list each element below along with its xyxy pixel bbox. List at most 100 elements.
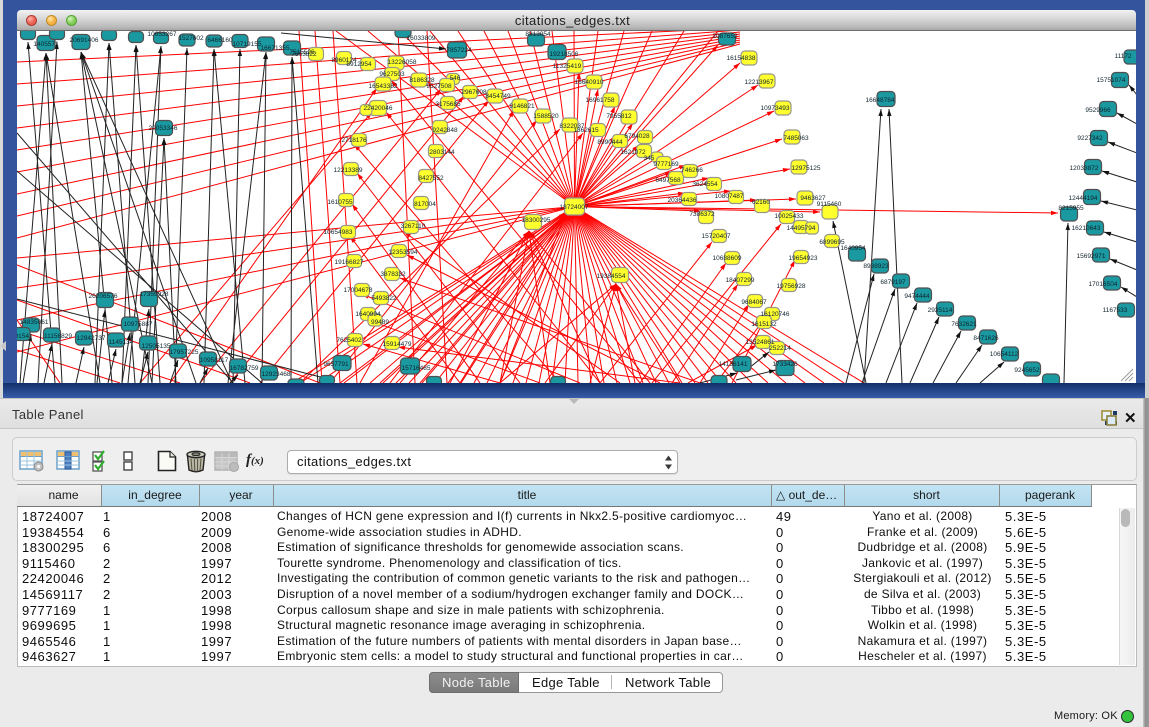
svg-text:14835061: 14835061 [20,319,49,326]
svg-text:8990444: 8990444 [597,139,623,146]
svg-text:2935114: 2935114 [928,307,953,314]
svg-text:16961758: 16961758 [586,97,615,104]
svg-text:62160: 62160 [752,199,770,206]
svg-text:10973493: 10973493 [761,105,790,112]
svg-text:16671355: 16671355 [261,45,290,52]
svg-text:22420046: 22420046 [364,105,393,112]
svg-text:19756928: 19756928 [777,283,806,290]
svg-text:11156829: 11156829 [44,333,72,340]
svg-text:10719155: 10719155 [233,41,262,48]
svg-text:10807487: 10807487 [715,193,744,200]
svg-text:12923468: 12923468 [262,371,291,378]
svg-text:18300295: 18300295 [522,217,551,224]
svg-text:1733426: 1733426 [772,361,798,368]
svg-text:11325419: 11325419 [553,63,582,70]
svg-text:3624554: 3624554 [692,181,718,188]
svg-text:10654112: 10654112 [990,351,1019,358]
svg-text:1527602: 1527602 [178,35,204,42]
svg-text:17016504: 17016504 [1089,281,1118,288]
svg-text:9146821: 9146821 [509,103,535,110]
svg-text:19218506: 19218506 [550,51,579,58]
svg-text:6794028: 6794028 [624,133,650,140]
svg-text:15692971: 15692971 [1077,253,1106,260]
svg-text:8471626: 8471626 [973,335,999,342]
svg-text:746266: 746266 [681,167,703,174]
svg-text:5493822: 5493822 [371,295,397,302]
svg-text:12444194: 12444194 [1069,195,1098,202]
svg-text:2087652: 2087652 [712,33,738,40]
svg-text:15914479: 15914479 [383,341,412,348]
svg-text:10688609: 10688609 [713,255,742,262]
svg-text:9657791: 9657791 [323,361,349,368]
svg-text:14495794: 14495794 [787,225,816,232]
svg-text:9529966: 9529966 [1085,107,1111,114]
svg-text:1167533: 1167533 [1103,307,1128,314]
svg-text:9527508: 9527508 [426,83,452,90]
svg-text:10025433: 10025433 [775,213,804,220]
svg-text:7663822: 7663822 [291,51,317,58]
svg-text:19166827: 19166827 [335,259,364,266]
svg-text:15751074: 15751074 [1097,77,1126,84]
svg-text:8427552: 8427552 [418,175,444,182]
svg-text:18724007: 18724007 [560,204,589,211]
svg-text:16648784: 16648784 [866,97,895,104]
svg-text:7857224: 7857224 [446,47,472,54]
svg-text:9245652: 9245652 [1014,367,1040,374]
svg-text:6466160: 6466160 [207,37,233,44]
svg-text:9242848: 9242848 [432,127,458,134]
svg-text:1640954: 1640954 [840,245,866,252]
svg-text:10975887: 10975887 [124,321,153,328]
svg-text:10958117: 10958117 [200,357,229,364]
svg-text:2718176: 2718176 [341,137,367,144]
svg-text:3175685: 3175685 [435,101,461,108]
svg-text:12942737: 12942737 [77,335,106,342]
svg-text:1621072: 1621072 [620,149,646,156]
svg-text:6497568: 6497568 [655,177,681,184]
svg-text:16640910: 16640910 [575,79,604,86]
svg-text:9474444: 9474444 [904,293,930,300]
svg-text:1145134: 1145134 [109,339,134,346]
svg-text:12213967: 12213967 [745,79,774,86]
svg-text:11172: 11172 [1114,53,1131,60]
svg-text:20691406: 20691406 [70,37,99,44]
svg-text:6879197: 6879197 [880,279,906,286]
svg-text:6899695: 6899695 [819,239,845,246]
svg-text:1405571: 1405571 [33,41,59,48]
svg-text:8454749: 8454749 [485,93,511,100]
svg-text:16154838: 16154838 [727,55,756,62]
svg-text:817004: 817004 [414,201,436,208]
svg-text:8938923: 8938923 [863,263,889,270]
svg-text:1588520: 1588520 [533,113,559,120]
svg-text:2967608: 2967608 [461,89,487,96]
svg-text:9227342: 9227342 [1077,135,1103,142]
svg-text:3878332: 3878332 [380,271,406,278]
svg-text:7625402: 7625402 [336,337,362,344]
svg-text:12505135: 12505135 [142,343,171,350]
svg-text:12353594: 12353594 [389,249,418,256]
svg-text:10654983: 10654983 [324,229,353,236]
svg-text:1615132: 1615132 [751,321,777,328]
svg-text:16210643: 16210643 [1072,225,1101,232]
svg-text:7386372: 7386372 [689,211,715,218]
svg-text:3267110: 3267110 [401,223,426,230]
svg-text:16782759: 16782759 [230,365,259,372]
svg-text:7632621: 7632621 [951,321,977,328]
svg-text:16033809: 16033809 [407,35,436,42]
svg-text:8215955: 8215955 [1058,205,1084,212]
svg-text:17359928: 17359928 [140,291,169,298]
svg-text:26206576: 26206576 [89,293,118,300]
svg-text:1640994: 1640994 [355,311,381,318]
svg-text:10653267: 10653267 [148,31,177,38]
svg-text:9777169: 9777169 [653,161,679,168]
svg-text:99489: 99489 [371,319,389,326]
svg-text:39154: 39154 [17,333,29,340]
svg-text:15720407: 15720407 [702,233,731,240]
svg-text:546: 546 [450,75,461,82]
svg-text:17957225: 17957225 [170,349,199,356]
svg-text:252214: 252214 [769,345,791,352]
svg-text:9684067: 9684067 [741,299,767,306]
svg-text:19384554: 19384554 [597,273,626,280]
svg-text:16120746: 16120746 [761,311,790,318]
svg-text:20053346: 20053346 [149,125,178,132]
svg-text:12033872: 12033872 [1070,165,1099,172]
